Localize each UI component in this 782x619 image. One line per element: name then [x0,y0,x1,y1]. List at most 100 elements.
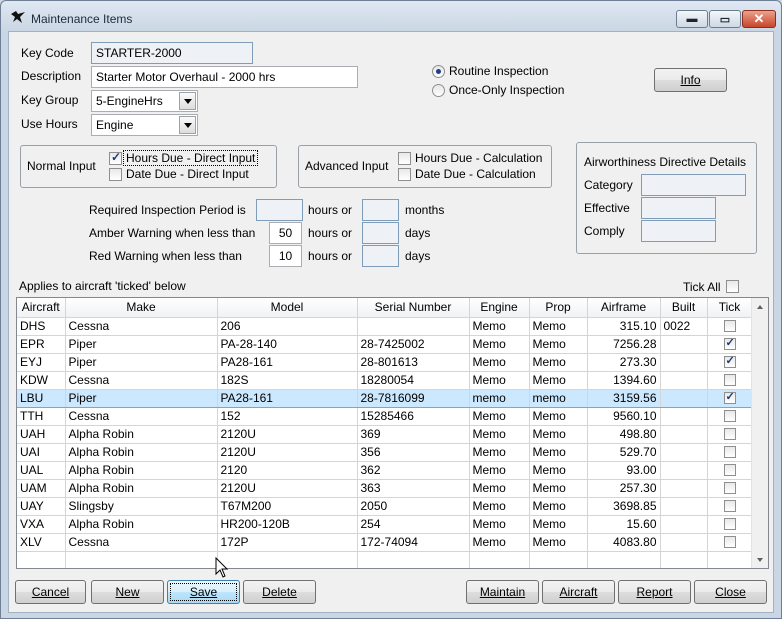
cell-aircraft[interactable]: XLV [17,533,66,552]
cell-prop[interactable]: Memo [529,497,588,516]
report-button[interactable]: Report [618,580,691,604]
cell-airframe[interactable]: 3159.56 [587,388,661,408]
cell-prop[interactable]: Memo [529,425,588,444]
amber-hours-field[interactable]: 50 [269,222,302,244]
cell-prop[interactable]: Memo [529,371,588,390]
cell-make[interactable]: Cessna [65,371,218,390]
table-row[interactable]: TTH Cessna 152 15285466 Memo Memo 9560.10 [17,407,753,426]
cell-model[interactable]: 172P [217,533,358,552]
cell-make[interactable]: Alpha Robin [65,461,218,480]
cell-tick[interactable] [707,515,753,534]
close-button[interactable]: Close [694,580,767,604]
column-header[interactable]: Make [65,298,218,318]
cell-tick[interactable] [707,443,753,462]
cell-make[interactable]: Alpha Robin [65,425,218,444]
table-row[interactable]: UAM Alpha Robin 2120U 363 Memo Memo 257.30 [17,479,753,498]
cell-serial[interactable]: 172-74094 [357,533,470,552]
table-row[interactable]: EYJ Piper PA28-161 28-801613 Memo Memo 273.30 [17,353,753,372]
cell-prop[interactable]: Memo [529,407,588,426]
cell-model[interactable]: 2120U [217,443,358,462]
cell-serial[interactable]: 254 [357,515,470,534]
table-row[interactable]: UAH Alpha Robin 2120U 369 Memo Memo 498.80 [17,425,753,444]
cell-model[interactable]: 2120U [217,425,358,444]
cell-engine[interactable]: Memo [469,515,530,534]
cell-aircraft[interactable]: EYJ [17,353,66,372]
cell-make[interactable]: Cessna [65,533,218,552]
cell-serial[interactable]: 356 [357,443,470,462]
scroll-up-button[interactable] [752,298,768,315]
cell-engine[interactable]: Memo [469,443,530,462]
cell-model[interactable]: 2120 [217,461,358,480]
cell-airframe[interactable]: 498.80 [587,425,661,444]
info-button[interactable]: Info [654,68,727,92]
cell-engine[interactable]: Memo [469,533,530,552]
tick-checkbox[interactable] [723,374,736,386]
cell-model[interactable]: 152 [217,407,358,426]
cell-serial[interactable]: 28-7425002 [357,335,470,354]
tick-checkbox[interactable] [723,518,736,530]
cell-tick[interactable] [707,371,753,390]
cell-built[interactable]: 0022 [660,317,708,336]
cell-aircraft[interactable]: DHS [17,317,66,336]
tick-all-checkbox[interactable] [726,280,739,293]
date-due-direct-checkbox[interactable] [109,168,122,181]
routine-inspection-label[interactable]: Routine Inspection [449,64,548,78]
cell-airframe[interactable]: 93.00 [587,461,661,480]
column-header[interactable]: Prop [529,298,588,318]
cell-model[interactable]: PA28-161 [217,353,358,372]
cell-built[interactable] [660,497,708,516]
scroll-down-button[interactable] [752,551,768,568]
cell-airframe[interactable]: 315.10 [587,317,661,336]
column-header[interactable]: Airframe [587,298,661,318]
hours-due-direct-checkbox[interactable] [109,150,122,165]
close-window-button[interactable]: ✕ [742,10,776,28]
cell-built[interactable] [660,388,708,408]
cell-engine[interactable]: Memo [469,479,530,498]
cell-built[interactable] [660,479,708,498]
cell-prop[interactable]: Memo [529,335,588,354]
tick-checkbox[interactable] [723,410,736,422]
chevron-down-icon[interactable] [179,116,196,134]
cell-built[interactable] [660,407,708,426]
cell-prop[interactable]: Memo [529,443,588,462]
cell-engine[interactable]: Memo [469,371,530,390]
delete-button[interactable]: Delete [243,580,316,604]
red-days-field[interactable] [362,245,399,267]
cell-airframe[interactable]: 4083.80 [587,533,661,552]
key-group-select[interactable]: 5-EngineHrs [91,90,198,112]
column-header[interactable]: Built [660,298,708,318]
aircraft-button[interactable]: Aircraft [542,580,615,604]
cell-engine[interactable]: Memo [469,407,530,426]
cell-airframe[interactable]: 273.30 [587,353,661,372]
table-row[interactable]: XLV Cessna 172P 172-74094 Memo Memo 4083.80 [17,533,753,552]
cell-aircraft[interactable]: UAY [17,497,66,516]
once-only-inspection-label[interactable]: Once-Only Inspection [449,83,564,97]
column-header[interactable]: Aircraft [17,298,66,318]
maximize-button[interactable]: ▭ [709,10,741,28]
cell-aircraft[interactable]: UAI [17,443,66,462]
cell-make[interactable]: Alpha Robin [65,443,218,462]
cell-prop[interactable]: memo [529,388,588,408]
cell-tick[interactable] [707,335,753,354]
cell-airframe[interactable]: 7256.28 [587,335,661,354]
table-row[interactable]: UAL Alpha Robin 2120 362 Memo Memo 93.00 [17,461,753,480]
cell-model[interactable]: 182S [217,371,358,390]
category-field[interactable] [641,174,746,196]
cancel-button[interactable]: Cancel [15,580,86,604]
date-due-calc-label[interactable]: Date Due - Calculation [415,167,536,181]
cell-tick[interactable] [707,317,753,336]
cell-serial[interactable]: 28-801613 [357,353,470,372]
column-header[interactable]: Model [217,298,358,318]
cell-engine[interactable]: Memo [469,425,530,444]
cell-built[interactable] [660,443,708,462]
cell-serial[interactable]: 15285466 [357,407,470,426]
cell-engine[interactable]: memo [469,388,530,408]
cell-aircraft[interactable]: EPR [17,335,66,354]
cell-model[interactable]: HR200-120B [217,515,358,534]
cell-engine[interactable]: Memo [469,335,530,354]
cell-aircraft[interactable]: UAL [17,461,66,480]
cell-make[interactable]: Piper [65,353,218,372]
table-row[interactable]: KDW Cessna 182S 18280054 Memo Memo 1394.60 [17,371,753,390]
table-row[interactable]: EPR Piper PA-28-140 28-7425002 Memo Memo 7256.… [17,335,753,354]
effective-field[interactable] [641,197,716,219]
